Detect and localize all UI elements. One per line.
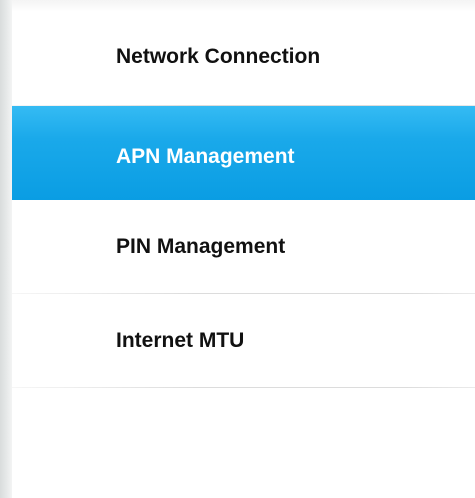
menu-item-internet-mtu[interactable]: Internet MTU [12, 294, 475, 388]
menu-item-pin-management[interactable]: PIN Management [12, 200, 475, 294]
menu-item-label: Network Connection [116, 45, 321, 68]
menu-item-network-connection[interactable]: Network Connection [12, 12, 475, 106]
menu-item-label: Internet MTU [116, 329, 245, 352]
menu-divider [12, 387, 475, 388]
panel-left-edge [0, 0, 12, 498]
settings-side-menu: Network Connection APN Management PIN Ma… [12, 12, 475, 388]
menu-item-label: APN Management [116, 145, 295, 168]
settings-panel: Network Connection APN Management PIN Ma… [0, 0, 475, 498]
menu-item-label: PIN Management [116, 235, 286, 258]
menu-item-apn-management[interactable]: APN Management [12, 106, 475, 200]
